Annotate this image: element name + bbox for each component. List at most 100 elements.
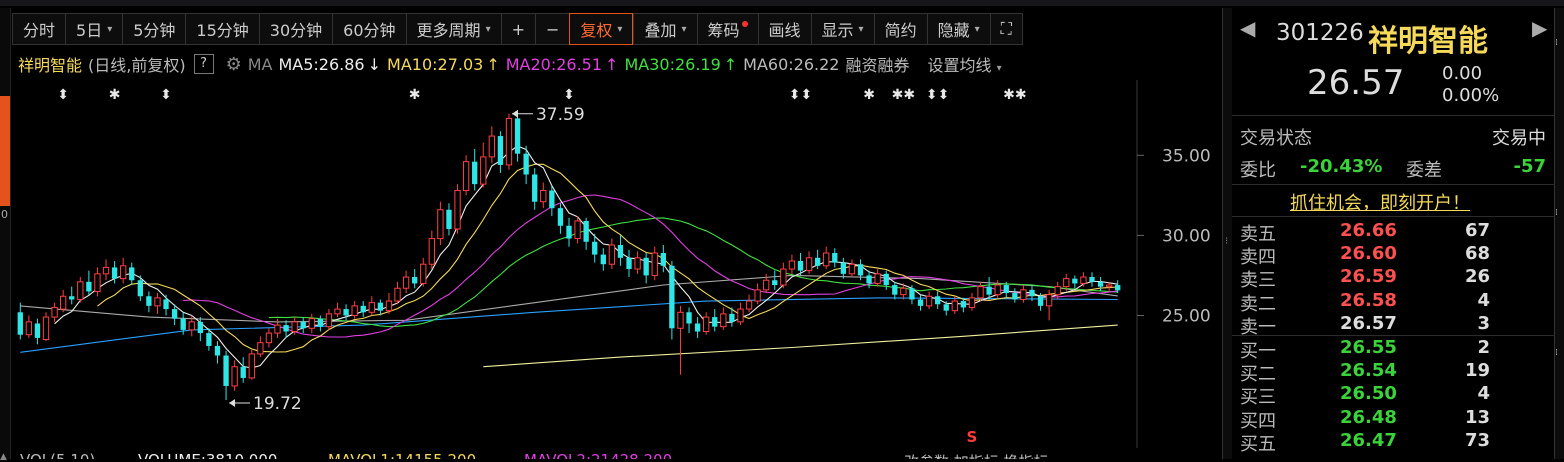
toolbar-button-1[interactable]: 5日 ▾ (65, 13, 123, 45)
legend-stock-name: 祥明智能 (18, 56, 83, 75)
candle-body (892, 285, 898, 295)
right-side-strip: ⁞ ⁞ ⁞ (1554, 8, 1564, 459)
toolbar-button-10[interactable]: 叠加 ▾ (633, 13, 697, 45)
bid-row[interactable]: 买五 26.47 73 (1232, 429, 1554, 455)
event-marker-icon[interactable]: ✱ (109, 87, 121, 103)
candle-body (651, 252, 658, 276)
ma5-line (54, 145, 1118, 369)
candle-body (574, 220, 581, 240)
candle-body (874, 273, 881, 284)
candle-body (377, 302, 384, 311)
ask-row[interactable]: 卖五 26.66 67 (1232, 220, 1554, 245)
gear-icon[interactable]: ⚙ (226, 54, 242, 75)
candle-body (283, 325, 289, 332)
event-marker-icon[interactable]: ⬍ (57, 87, 69, 103)
event-marker-icon[interactable]: ✱✱ (892, 87, 915, 103)
candle-body (883, 273, 889, 286)
ask-row[interactable]: 卖四 26.60 68 (1232, 243, 1554, 268)
candle-body (42, 316, 50, 341)
candle-body (626, 257, 632, 270)
ask-volume: 68 (1464, 243, 1490, 265)
bid-volume: 73 (1464, 429, 1490, 451)
bid-level-label: 买二 (1240, 364, 1276, 386)
candle-body (523, 153, 529, 175)
next-stock-icon[interactable]: ▶ (1532, 16, 1547, 40)
vol-indicator-actions[interactable]: 改参数 加指标 换指标 (904, 451, 1049, 459)
candle-body (694, 323, 701, 332)
stock-code: 301226 (1276, 20, 1364, 46)
toolbar-button-15[interactable]: 隐藏 ▾ (926, 13, 990, 45)
toolbar-button-8[interactable]: − (535, 13, 570, 45)
toolbar-button-7[interactable]: + (500, 13, 535, 45)
toolbar-button-13[interactable]: 显示 ▾ (810, 13, 874, 45)
event-marker-icon[interactable]: ✱✱ (1003, 87, 1026, 103)
candle-body (265, 332, 273, 344)
split-marker-icon[interactable]: S (967, 428, 978, 446)
event-marker-icon[interactable]: ✱ (863, 87, 875, 103)
candle-body (805, 257, 813, 272)
toolbar-button-11[interactable]: 筹码 (696, 13, 758, 45)
open-account-link[interactable]: 抓住机会，即刻开户！ (1290, 189, 1470, 215)
vol-indicator-name[interactable]: VOL(5,10) (20, 451, 95, 459)
help-icon[interactable]: ? (193, 54, 214, 74)
toolbar-button-9[interactable]: 复权 ▾ (569, 13, 634, 45)
toolbar-button-14[interactable]: 简约 (873, 13, 927, 45)
splitter-grip-icon[interactable]: ⁝ (1225, 236, 1228, 247)
kline-chart[interactable]: 35.0030.0025.0037.5919.72⬍ ✱ ⬍ ✱ ⬍ ⬍⬍ ✱ ✱✱ ⬍⬍ ✱✱S (10, 80, 1222, 448)
candle-body (840, 262, 847, 274)
ask-level-label: 卖三 (1240, 270, 1276, 292)
toolbar-button-3[interactable]: 15分钟 (185, 13, 259, 45)
ask-price: 26.59 (1340, 266, 1397, 288)
left-active-tab-marker[interactable] (0, 96, 10, 206)
trade-status-label: 交易状态 (1240, 128, 1312, 149)
candle-body (69, 296, 75, 300)
legend-ma20: MA20:26.51 ↑ (505, 54, 619, 74)
candle-body (772, 280, 778, 286)
ma-legend: 祥明智能 (日线,前复权) ? ⚙ MA MA5:26.86 ↓ MA10:27.… (18, 50, 1008, 78)
candle-body (848, 263, 856, 275)
bid-price: 26.55 (1340, 337, 1397, 358)
low-arrow-head (229, 399, 236, 408)
bid-row[interactable]: 买三 26.50 4 (1232, 383, 1554, 408)
candle-body (240, 366, 246, 378)
candle-body (497, 136, 504, 165)
event-marker-icon[interactable]: ⬍ (160, 87, 172, 103)
candle-body (154, 297, 161, 307)
toolbar-button-2[interactable]: 5分钟 (122, 13, 186, 45)
ask-row[interactable]: 卖二 26.58 4 (1232, 290, 1554, 315)
toolbar-button-12[interactable]: 画线 (757, 13, 811, 45)
toolbar-button-5[interactable]: 60分钟 (332, 13, 406, 45)
ask-volume: 67 (1464, 220, 1490, 241)
prev-stock-icon[interactable]: ◀ (1240, 16, 1255, 40)
legend-mode: (日线,前复权) (88, 56, 186, 75)
high-arrow-head (511, 109, 518, 118)
bid-row[interactable]: 买二 26.54 19 (1232, 360, 1554, 386)
ma250-line (483, 324, 1118, 368)
candle-body (454, 190, 461, 230)
right-strip-glyph: ⁞ (1555, 208, 1558, 218)
last-price: 26.57 (1307, 63, 1405, 103)
candle-body (231, 366, 238, 387)
toolbar-button-16[interactable]: ⛶ (989, 13, 1023, 45)
candle-body (737, 308, 744, 323)
toolbar-button-0[interactable]: 分时 (12, 13, 66, 45)
margin-trading-link[interactable]: 融资融券 (845, 52, 909, 76)
candle-body (788, 260, 796, 270)
event-marker-icon[interactable]: ⬍⬍ (789, 87, 812, 103)
event-marker-icon[interactable]: ⬍⬍ (926, 87, 949, 103)
candle-body (677, 311, 684, 329)
bid-price: 26.47 (1340, 429, 1397, 451)
ma-settings-button[interactable]: 设置均线 ▾ (928, 52, 1002, 76)
event-marker-icon[interactable]: ⬍ (563, 87, 575, 103)
caret-down-icon: ▾ (858, 23, 864, 35)
candle-body (986, 286, 992, 295)
ask-row[interactable]: 卖一 26.57 3 (1232, 313, 1554, 338)
toolbar-button-6[interactable]: 更多周期 ▾ (405, 13, 501, 45)
candle-body (514, 118, 521, 154)
event-marker-icon[interactable]: ✱ (409, 87, 421, 103)
bid-row[interactable]: 买一 26.55 2 (1232, 337, 1554, 362)
toolbar-button-4[interactable]: 30分钟 (258, 13, 333, 45)
ask-row[interactable]: 卖三 26.59 26 (1232, 266, 1554, 292)
bid-row[interactable]: 买四 26.48 13 (1232, 407, 1554, 432)
candle-body (206, 333, 212, 346)
